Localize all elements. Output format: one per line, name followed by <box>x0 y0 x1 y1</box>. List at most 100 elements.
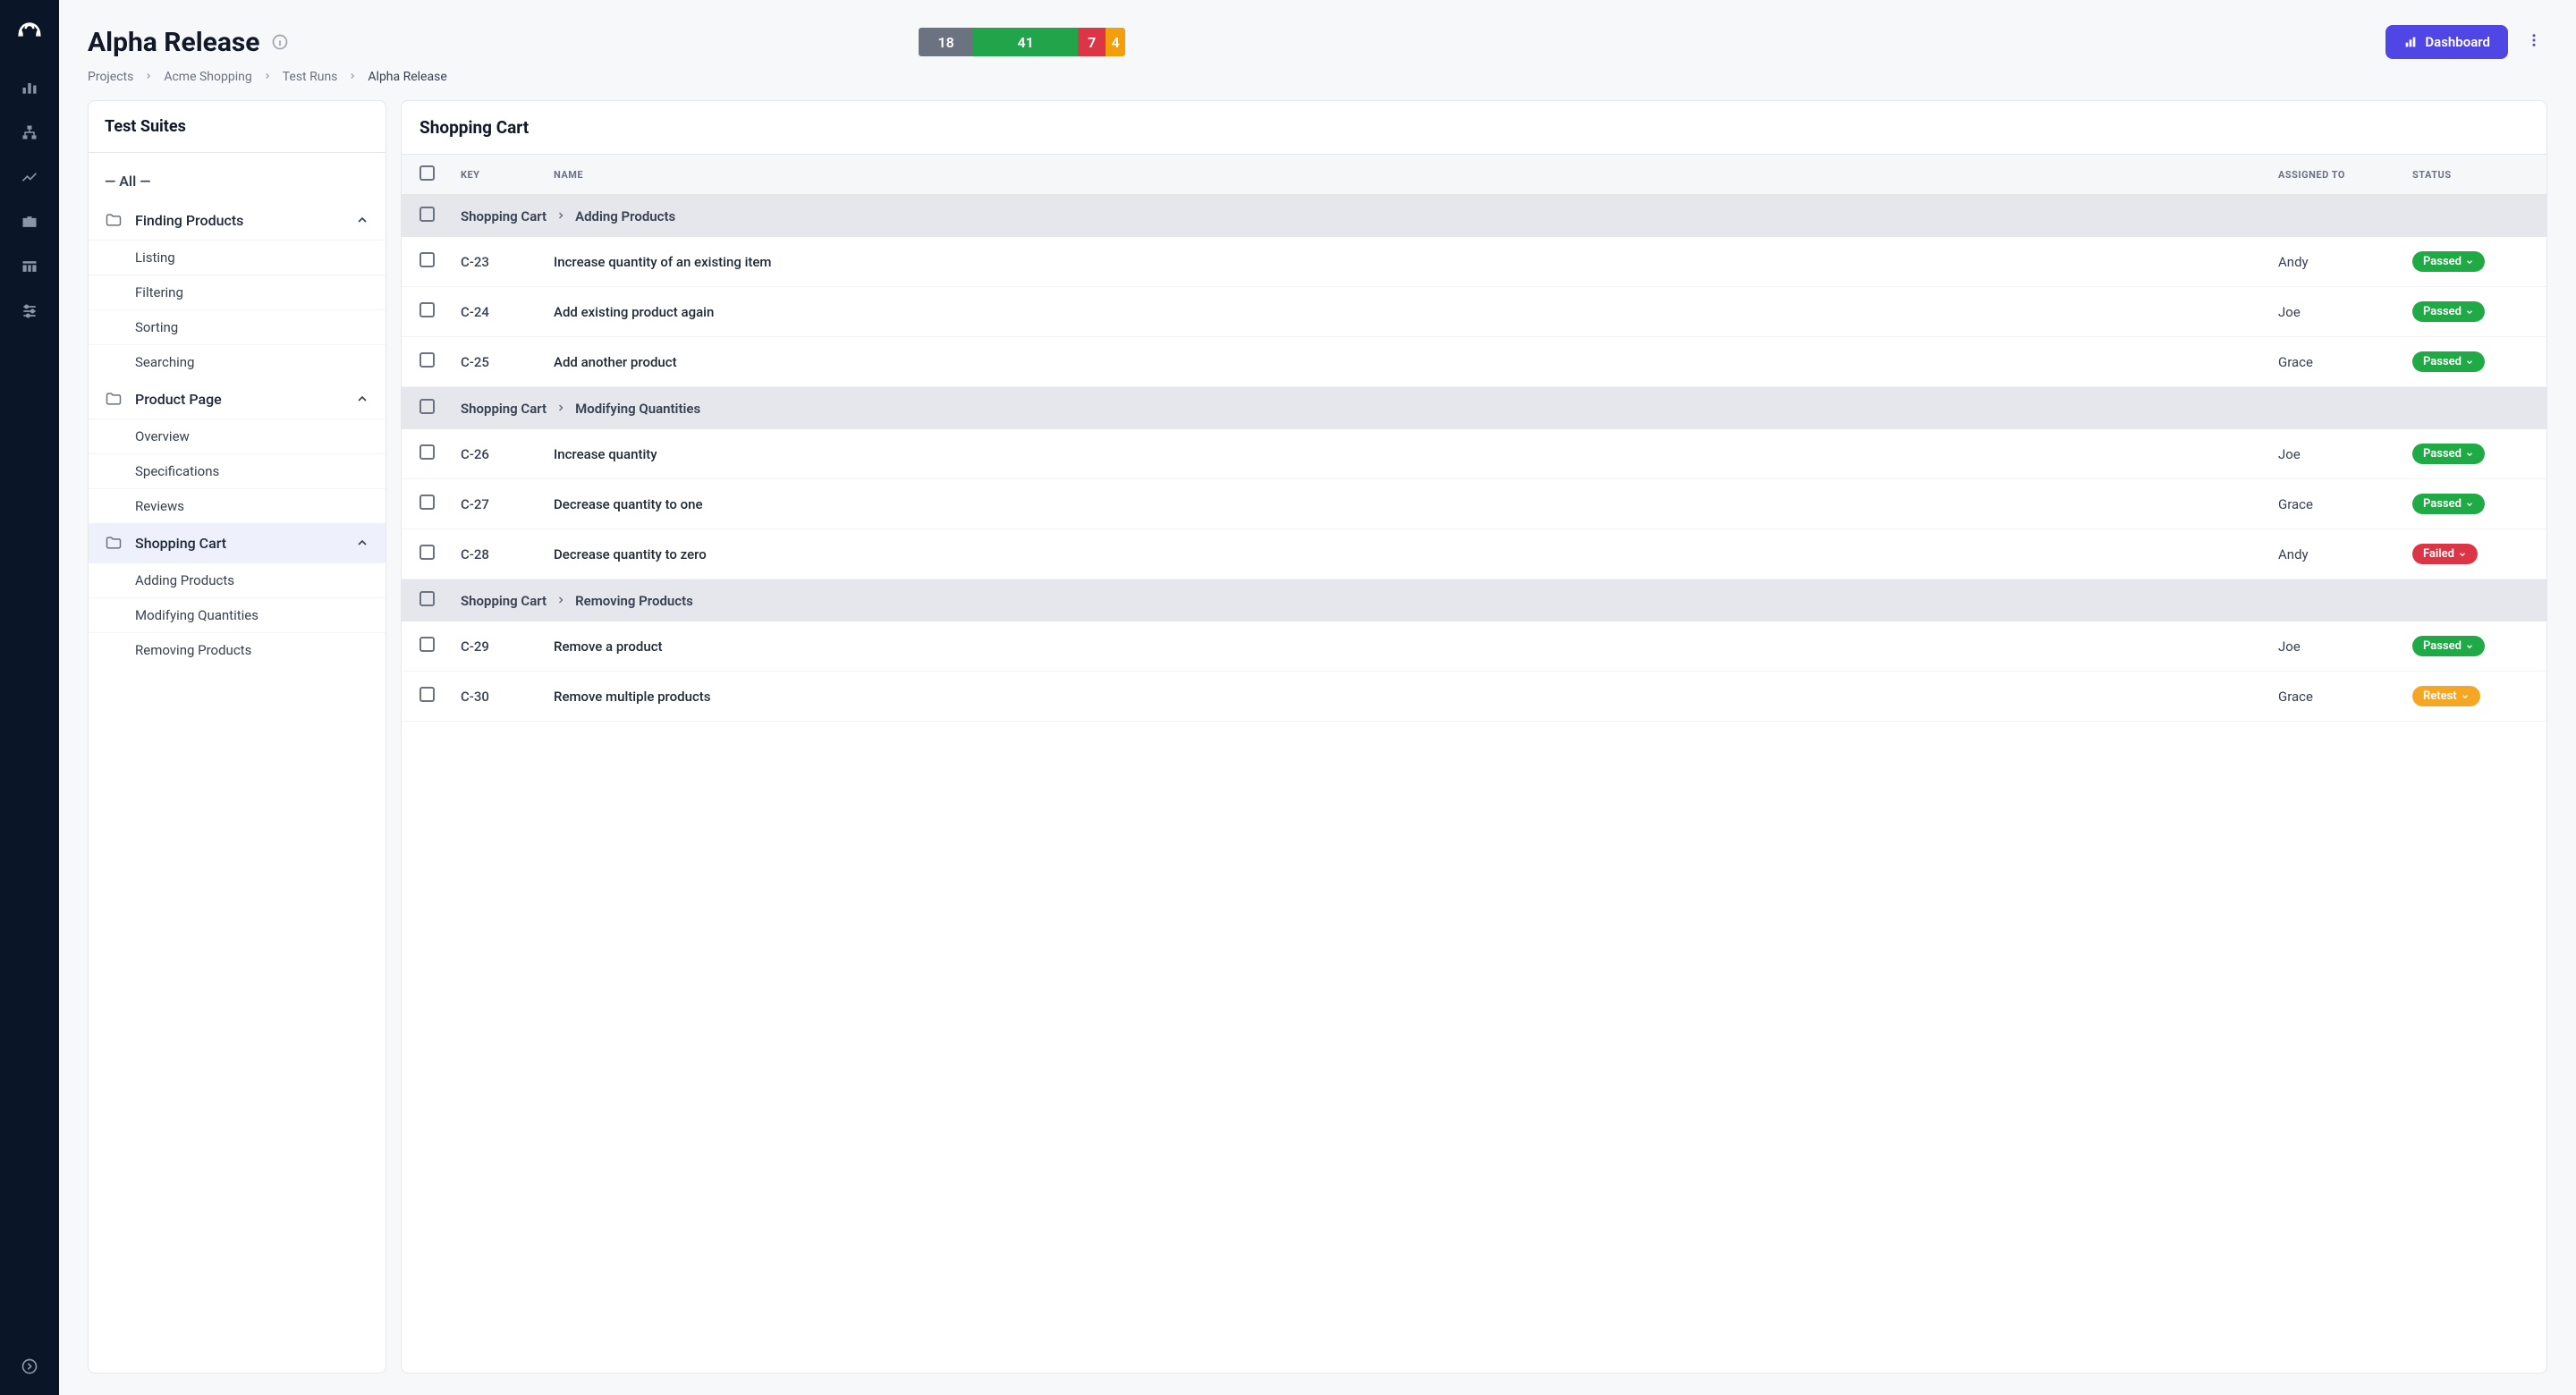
row-key: C-30 <box>461 689 554 705</box>
table-row[interactable]: C-26Increase quantityJoePassed <box>402 429 2546 479</box>
group-checkbox[interactable] <box>419 207 435 222</box>
tree-all[interactable]: — All — <box>89 162 386 200</box>
breadcrumb-link[interactable]: Acme Shopping <box>164 70 251 84</box>
row-checkbox[interactable] <box>419 252 435 267</box>
status-pill[interactable]: Passed <box>2412 301 2485 322</box>
tree-folder[interactable]: Product Page <box>89 379 386 418</box>
row-name: Increase quantity of an existing item <box>554 254 2278 270</box>
col-key-header: KEY <box>461 169 554 181</box>
more-menu-icon[interactable] <box>2521 27 2547 57</box>
tree-child[interactable]: Reviews <box>89 488 386 523</box>
row-checkbox[interactable] <box>419 302 435 317</box>
tree-folder[interactable]: Finding Products <box>89 200 386 240</box>
tree-folder-label: Shopping Cart <box>135 535 343 552</box>
dashboard-button-label: Dashboard <box>2425 34 2490 50</box>
progress-segment: 18 <box>919 28 973 56</box>
tree-child[interactable]: Removing Products <box>89 632 386 667</box>
group-path-segment: Shopping Cart <box>461 208 547 224</box>
nav-rail <box>0 0 59 1395</box>
tree-child[interactable]: Filtering <box>89 275 386 309</box>
panel-title: Shopping Cart <box>402 101 2546 155</box>
breadcrumb-link[interactable]: Test Runs <box>283 70 338 84</box>
tree-child[interactable]: Overview <box>89 418 386 453</box>
status-pill[interactable]: Passed <box>2412 636 2485 656</box>
row-assigned: Joe <box>2278 304 2412 320</box>
row-name: Remove a product <box>554 638 2278 655</box>
row-name: Remove multiple products <box>554 689 2278 705</box>
folder-icon <box>105 211 123 229</box>
status-pill[interactable]: Passed <box>2412 351 2485 372</box>
progress-segment: 4 <box>1106 28 1125 56</box>
table-row[interactable]: C-23Increase quantity of an existing ite… <box>402 237 2546 287</box>
group-row: Shopping CartAdding Products <box>402 195 2546 237</box>
row-assigned: Andy <box>2278 546 2412 562</box>
chevron-up-icon <box>355 536 369 550</box>
table-row[interactable]: C-27Decrease quantity to oneGracePassed <box>402 479 2546 529</box>
status-pill[interactable]: Passed <box>2412 251 2485 272</box>
tree-child[interactable]: Searching <box>89 344 386 379</box>
group-row: Shopping CartModifying Quantities <box>402 387 2546 429</box>
row-name: Increase quantity <box>554 446 2278 462</box>
status-pill[interactable]: Passed <box>2412 494 2485 514</box>
nav-briefcase-icon[interactable] <box>13 206 46 238</box>
dashboard-button[interactable]: Dashboard <box>2385 25 2508 59</box>
row-key: C-29 <box>461 638 554 655</box>
row-checkbox[interactable] <box>419 352 435 368</box>
tree-child[interactable]: Specifications <box>89 453 386 488</box>
row-name: Add existing product again <box>554 304 2278 320</box>
table-row[interactable]: C-25Add another productGracePassed <box>402 337 2546 387</box>
group-checkbox[interactable] <box>419 399 435 414</box>
tree-child[interactable]: Modifying Quantities <box>89 597 386 632</box>
row-key: C-23 <box>461 254 554 270</box>
info-icon[interactable] <box>271 33 289 51</box>
table-row[interactable]: C-29Remove a productJoePassed <box>402 621 2546 672</box>
breadcrumb: Projects Acme Shopping Test Runs Alpha Rele… <box>88 70 2547 84</box>
test-cases-panel: Shopping Cart KEY NAME ASSIGNED TO STATU… <box>401 100 2547 1374</box>
group-path-segment: Shopping Cart <box>461 593 547 609</box>
nav-hierarchy-icon[interactable] <box>13 116 46 148</box>
nav-settings-icon[interactable] <box>13 295 46 327</box>
table-row[interactable]: C-24Add existing product againJoePassed <box>402 287 2546 337</box>
tree-child[interactable]: Listing <box>89 240 386 275</box>
nav-collapse-icon[interactable] <box>13 1350 46 1382</box>
nav-trends-icon[interactable] <box>13 161 46 193</box>
table-row[interactable]: C-30Remove multiple productsGraceRetest <box>402 672 2546 722</box>
row-name: Add another product <box>554 354 2278 370</box>
app-logo[interactable] <box>14 16 45 46</box>
breadcrumb-current: Alpha Release <box>368 70 446 84</box>
status-pill[interactable]: Retest <box>2412 686 2480 706</box>
test-suites-tree: — All —Finding ProductsListingFilteringS… <box>89 153 386 1373</box>
progress-segment: 41 <box>973 28 1078 56</box>
select-all-checkbox[interactable] <box>419 165 435 181</box>
row-name: Decrease quantity to one <box>554 496 2278 512</box>
row-checkbox[interactable] <box>419 495 435 510</box>
breadcrumb-link[interactable]: Projects <box>88 70 133 84</box>
status-pill[interactable]: Failed <box>2412 544 2478 564</box>
tree-folder[interactable]: Shopping Cart <box>89 523 386 562</box>
col-assigned-header: ASSIGNED TO <box>2278 169 2412 181</box>
nav-reports-icon[interactable] <box>13 72 46 104</box>
row-assigned: Joe <box>2278 638 2412 655</box>
tree-child[interactable]: Adding Products <box>89 562 386 597</box>
row-checkbox[interactable] <box>419 444 435 460</box>
row-checkbox[interactable] <box>419 545 435 560</box>
tree-child[interactable]: Sorting <box>89 309 386 344</box>
col-name-header: NAME <box>554 169 2278 181</box>
table-header: KEY NAME ASSIGNED TO STATUS <box>402 155 2546 195</box>
status-pill[interactable]: Passed <box>2412 444 2485 464</box>
row-checkbox[interactable] <box>419 637 435 652</box>
nav-table-icon[interactable] <box>13 250 46 283</box>
folder-icon <box>105 390 123 408</box>
group-checkbox[interactable] <box>419 591 435 606</box>
group-path-segment: Modifying Quantities <box>575 401 700 417</box>
row-key: C-24 <box>461 304 554 320</box>
chevron-right-icon <box>263 70 272 84</box>
chevron-right-icon <box>555 208 566 224</box>
progress-segment: 7 <box>1078 28 1106 56</box>
table-body: Shopping CartAdding ProductsC-23Increase… <box>402 195 2546 1373</box>
page-header: Alpha Release 184174 Dashboard Projects A… <box>59 0 2576 100</box>
group-path-segment: Removing Products <box>575 593 693 609</box>
table-row[interactable]: C-28Decrease quantity to zeroAndyFailed <box>402 529 2546 579</box>
row-checkbox[interactable] <box>419 687 435 702</box>
row-assigned: Grace <box>2278 496 2412 512</box>
